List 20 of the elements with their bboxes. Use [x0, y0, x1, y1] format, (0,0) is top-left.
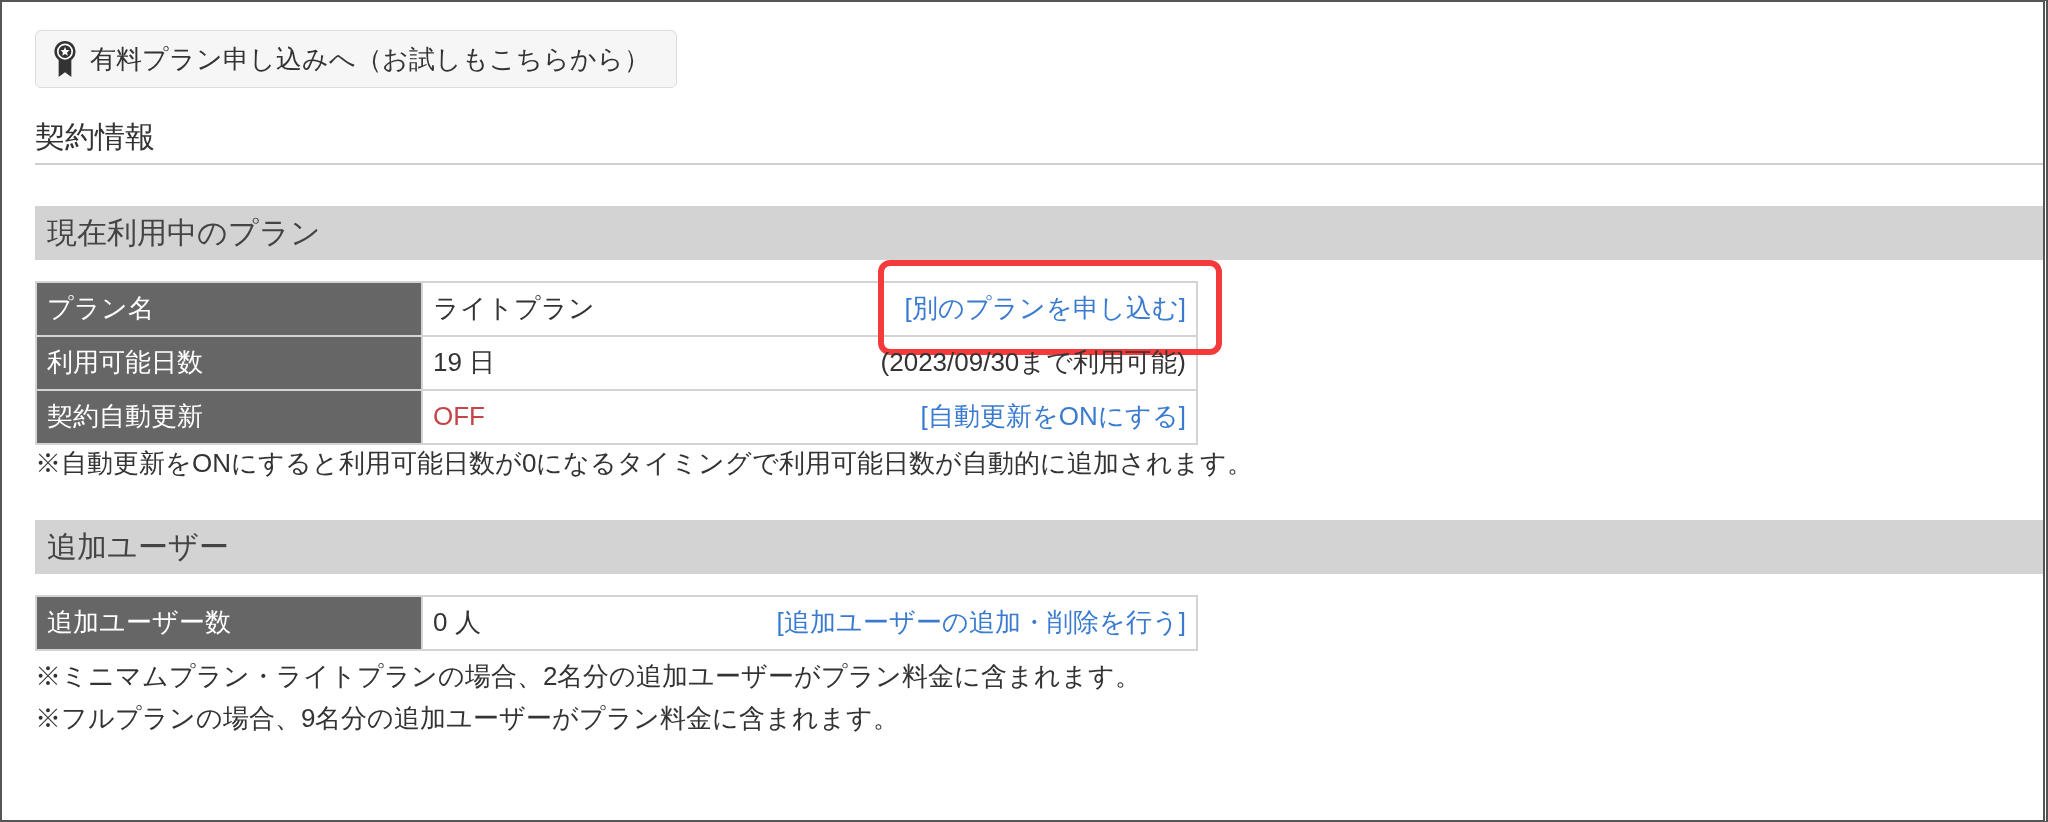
action-link[interactable]: [自動更新をONにする]	[920, 401, 1186, 432]
action-link[interactable]: [別のプランを申し込む]	[904, 293, 1186, 324]
row-label-cell: 追加ユーザー数	[36, 596, 422, 650]
row-label-cell: プラン名	[36, 282, 422, 336]
note-text: ※自動更新をONにすると利用可能日数が0になるタイミングで利用可能日数が自動的に追加されます。	[35, 447, 1255, 480]
row-label-cell: 契約自動更新	[36, 390, 422, 444]
section-header: 追加ユーザー	[35, 520, 2043, 574]
upgrade-plan-button[interactable]: 有料プラン申し込みへ（お試しもこちらから）	[35, 30, 677, 88]
page-title: 契約情報	[35, 119, 2043, 165]
section-header: 現在利用中のプラン	[35, 206, 2043, 260]
note-text: ※ミニマムプラン・ライトプランの場合、2名分の追加ユーザーがプラン料金に含まれます。	[35, 660, 1143, 693]
note-text: ※フルプランの場合、9名分の追加ユーザーがプラン料金に含まれます。	[35, 702, 901, 735]
award-ribbon-icon	[54, 41, 76, 77]
status-value: OFF	[433, 401, 485, 433]
value-text: 19 日	[433, 347, 496, 379]
expiry-note: (2023/09/30まで利用可能)	[880, 347, 1186, 378]
value-text: ライトプラン	[433, 293, 595, 325]
row-label-cell: 利用可能日数	[36, 336, 422, 390]
value-text: 0 人	[433, 607, 481, 639]
action-link[interactable]: [追加ユーザーの追加・削除を行う]	[776, 607, 1186, 638]
